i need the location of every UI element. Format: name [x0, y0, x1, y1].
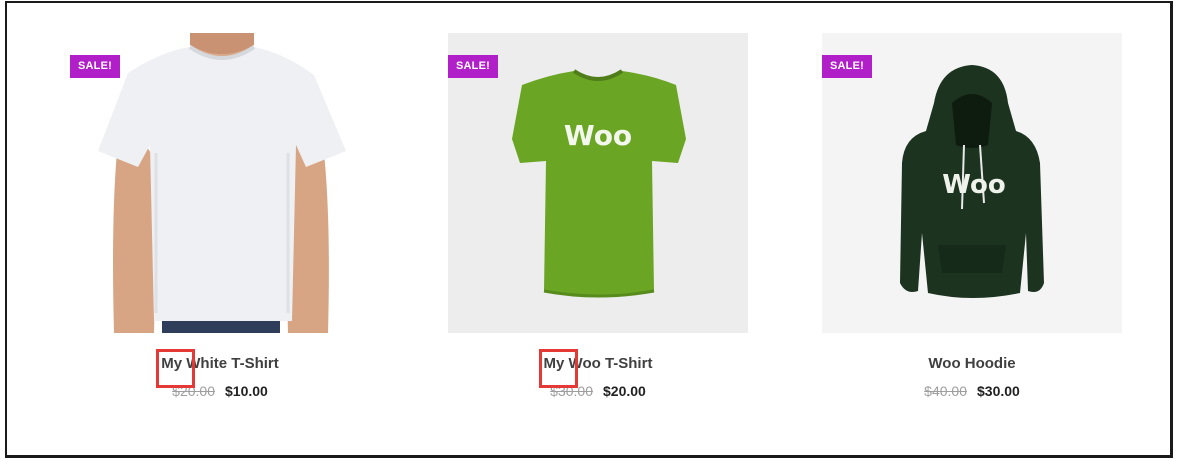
original-price: $30.00	[550, 383, 593, 399]
product-card: SALE! My White T-Shirt $20.00 $10.00	[70, 33, 370, 399]
product-card: Woo SALE! My Woo T-Shirt $30.00 $20.00	[448, 33, 748, 399]
product-image-link[interactable]: Woo SALE!	[822, 33, 1122, 333]
product-image-link[interactable]: SALE!	[70, 33, 370, 333]
green-woo-tshirt-image: Woo	[512, 69, 686, 298]
original-price: $40.00	[924, 383, 967, 399]
original-price: $20.00	[172, 383, 215, 399]
sale-price: $20.00	[603, 383, 646, 399]
product-price: $30.00 $20.00	[550, 383, 646, 399]
product-price: $20.00 $10.00	[172, 383, 268, 399]
product-title-link[interactable]: Woo Hoodie	[928, 355, 1015, 372]
sale-badge: SALE!	[70, 55, 120, 78]
product-grid: SALE! My White T-Shirt $20.00 $10.00 Woo …	[5, 1, 1173, 458]
product-image-link[interactable]: Woo SALE!	[448, 33, 748, 333]
highlighted-word: My	[538, 349, 578, 388]
sale-price: $10.00	[225, 383, 268, 399]
product-title-rest: Woo T-Shirt	[564, 355, 653, 372]
woo-logo-print: Woo	[564, 119, 632, 152]
product-price: $40.00 $30.00	[924, 383, 1020, 399]
product-title-link[interactable]: My Woo T-Shirt	[538, 349, 653, 388]
sale-price: $30.00	[977, 383, 1020, 399]
dark-green-hoodie-image: Woo	[900, 65, 1044, 298]
sale-badge: SALE!	[822, 55, 872, 78]
white-tshirt-image	[98, 33, 346, 333]
product-title-link[interactable]: My White T-Shirt	[156, 349, 279, 388]
product-card: Woo SALE! Woo Hoodie $40.00 $30.00	[822, 33, 1122, 399]
product-title-rest: White T-Shirt	[182, 355, 279, 372]
woo-logo-print: Woo	[942, 170, 1005, 200]
sale-badge: SALE!	[448, 55, 498, 78]
highlighted-word: My	[156, 349, 195, 388]
